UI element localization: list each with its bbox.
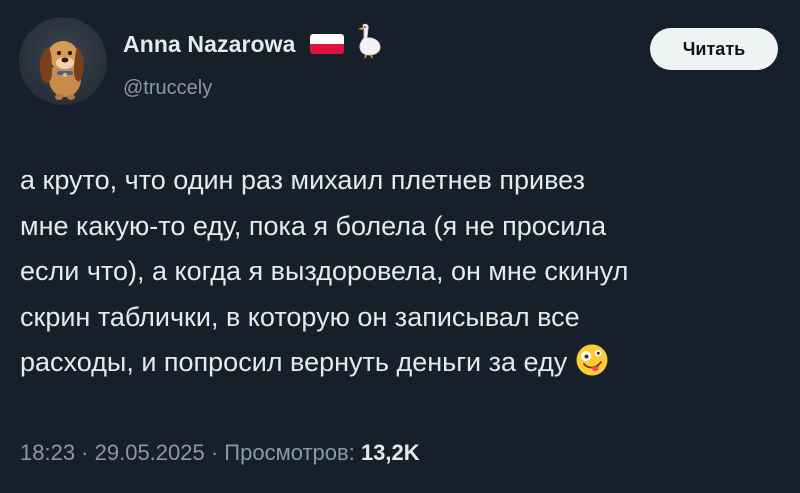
tweet-line-last: расходы, и попросил вернуть деньги за ед… — [20, 340, 790, 386]
tweet-meta: 18:23 · 29.05.2025 · Просмотров: 13,2K — [20, 440, 420, 466]
tweet-line: расходы, и попросил вернуть деньги за ед… — [20, 347, 568, 377]
follow-button[interactable]: Читать — [650, 28, 778, 70]
views-label: Просмотров: — [224, 440, 355, 465]
tweet-time[interactable]: 18:23 — [20, 440, 75, 465]
avatar[interactable] — [19, 17, 107, 105]
tweet-line: а круто, что один раз михаил плетнев при… — [20, 165, 585, 195]
tweet-line: если что), а когда я выздоровела, он мне… — [20, 256, 629, 286]
tweet-text: а круто, что один раз михаил плетнев при… — [20, 158, 790, 386]
author-handle[interactable]: @truccely — [123, 77, 212, 100]
author-name[interactable]: Anna Nazarowa — [123, 31, 296, 58]
poland-flag-icon — [309, 34, 344, 54]
meta-separator: · — [204, 440, 225, 465]
tweet-card: Anna Nazarowa @truccely Читать а круто, … — [0, 0, 800, 493]
tweet-line: мне какую-то еду, пока я болела (я не пр… — [20, 210, 607, 241]
author-name-row: Anna Nazarowa — [123, 23, 384, 59]
tweet-date[interactable]: 29.05.2025 — [95, 440, 205, 465]
goose-icon — [354, 22, 384, 59]
zany-face-emoji-icon — [575, 343, 609, 377]
meta-separator: · — [75, 440, 95, 465]
tweet-line: скрин таблички, в которую он записывал в… — [20, 301, 580, 332]
views-count[interactable]: 13,2K — [361, 440, 420, 465]
dog-avatar-icon — [39, 41, 84, 100]
